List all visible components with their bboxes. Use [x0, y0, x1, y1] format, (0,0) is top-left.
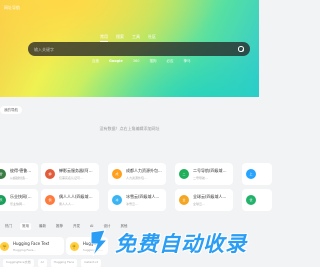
site-icon: 优 — [246, 195, 256, 205]
site-title: 彼得·德鲁克的AI... — [10, 168, 34, 173]
tab-common[interactable]: 常用 — [100, 34, 108, 42]
watermark: 免费自动收录 — [87, 228, 247, 258]
site-desc: 偶人人人... — [59, 202, 74, 206]
site-card[interactable]: 偶 偶人人人(四级域人... 偶人人人... — [41, 189, 99, 211]
engine-bing[interactable]: 必应 — [166, 59, 173, 64]
site-card[interactable]: 优 — [242, 189, 272, 211]
site-desc: 人力资源外包... — [126, 176, 147, 180]
site-card[interactable]: 乐 乐业快网(四级域人... 乐业快网... — [0, 189, 38, 211]
hugging-face-icon: 🤗 — [70, 241, 79, 251]
site-title: 偶人人人(四级域人... — [59, 194, 95, 199]
site-icon: 乐 — [0, 195, 6, 205]
site-icon: 冰 — [112, 195, 122, 205]
tab-frequent[interactable]: 常用 — [20, 223, 31, 230]
bottom-link[interactable]: huggingface文档 — [3, 259, 34, 267]
search-category-tabs: 常用 搜索 工具 社区 — [100, 34, 156, 42]
site-icon: 全 — [179, 195, 189, 205]
bottom-link-bar: huggingface文档 AI Hugging Face instant-id — [0, 259, 259, 267]
site-desc: 从超越创造... — [10, 176, 28, 180]
site-desc: Hugging Face... — [13, 247, 37, 252]
engine-google[interactable]: Google — [109, 59, 123, 64]
hugging-face-icon: 🤗 — [0, 241, 9, 251]
search-input[interactable] — [34, 46, 238, 52]
site-desc: 全球云... — [193, 202, 205, 206]
tab-community[interactable]: 社区 — [148, 34, 156, 42]
engine-shenma[interactable]: 神马 — [183, 59, 190, 64]
site-card[interactable]: 智 彼得·德鲁克的AI... 从超越创造... — [0, 163, 38, 185]
search-icon[interactable] — [238, 46, 244, 52]
tab-latest[interactable]: 最新 — [37, 223, 48, 230]
site-icon: 偶 — [45, 195, 55, 205]
site-desc: 冰雪云... — [126, 202, 138, 206]
site-icon: 二 — [179, 169, 189, 179]
engine-sogou[interactable]: 搜狗 — [149, 59, 156, 64]
site-title: 冰雪云(四级域人... — [126, 194, 160, 199]
site-desc: 仅需实名认证可... — [59, 176, 83, 180]
my-nav-chip[interactable]: 我的导航 — [0, 106, 22, 114]
site-title: Hugging Face Text — [13, 240, 50, 246]
bottom-link[interactable]: AI — [37, 259, 47, 267]
watermark-text: 免费自动收录 — [115, 232, 247, 256]
site-icon: 蝉 — [45, 169, 55, 179]
site-card[interactable]: 全 全球云(四级域人... 全球云... — [175, 189, 233, 211]
tab-search[interactable]: 搜索 — [116, 34, 124, 42]
tab-hot[interactable]: 热门 — [3, 223, 14, 230]
empty-notice: 没有数据！点右上角编辑添加网址 — [99, 126, 160, 131]
watermark-logo-icon — [90, 229, 109, 257]
site-card[interactable]: 上 — [242, 163, 272, 185]
site-title: 成都人力资源外包... — [126, 168, 162, 173]
search-engine-list: 百度 Google 360 搜狗 必应 神马 — [92, 59, 190, 64]
site-card[interactable]: 成 成都人力资源外包... 人力资源外包... — [108, 163, 166, 185]
engine-baidu[interactable]: 百度 — [92, 59, 99, 64]
site-card[interactable]: 冰 冰雪云(四级域人... 冰雪云... — [108, 189, 166, 211]
site-title: 乐业快网(四级域人... — [10, 194, 34, 199]
tab-tools[interactable]: 工具 — [132, 34, 140, 42]
site-title: 全球云(四级域人... — [193, 194, 227, 199]
tab-recommended[interactable]: 推荐 — [54, 223, 65, 230]
site-card[interactable]: 🤗 Hugging Face Text Hugging Face... — [0, 237, 64, 255]
site-card[interactable]: 二 二号导航(四级域名... 二号导航... — [175, 163, 233, 185]
search-box — [28, 42, 250, 56]
bottom-link[interactable]: Hugging Face — [50, 259, 77, 267]
site-icon: 智 — [0, 169, 6, 179]
tab-dev[interactable]: 开发 — [71, 223, 82, 230]
site-desc: 二号导航... — [193, 176, 208, 180]
engine-360[interactable]: 360 — [133, 59, 140, 64]
site-logo[interactable]: 网址导航 — [4, 5, 20, 11]
site-desc: 乐业快网... — [10, 202, 25, 206]
bottom-link[interactable]: instant-id — [80, 259, 102, 267]
site-icon: 上 — [246, 169, 256, 179]
site-icon: 成 — [112, 169, 122, 179]
site-title: 蝉影云服务器(阿里... — [59, 168, 95, 173]
site-title: 二号导航(四级域名... — [193, 168, 229, 173]
site-card[interactable]: 蝉 蝉影云服务器(阿里... 仅需实名认证可... — [41, 163, 99, 185]
